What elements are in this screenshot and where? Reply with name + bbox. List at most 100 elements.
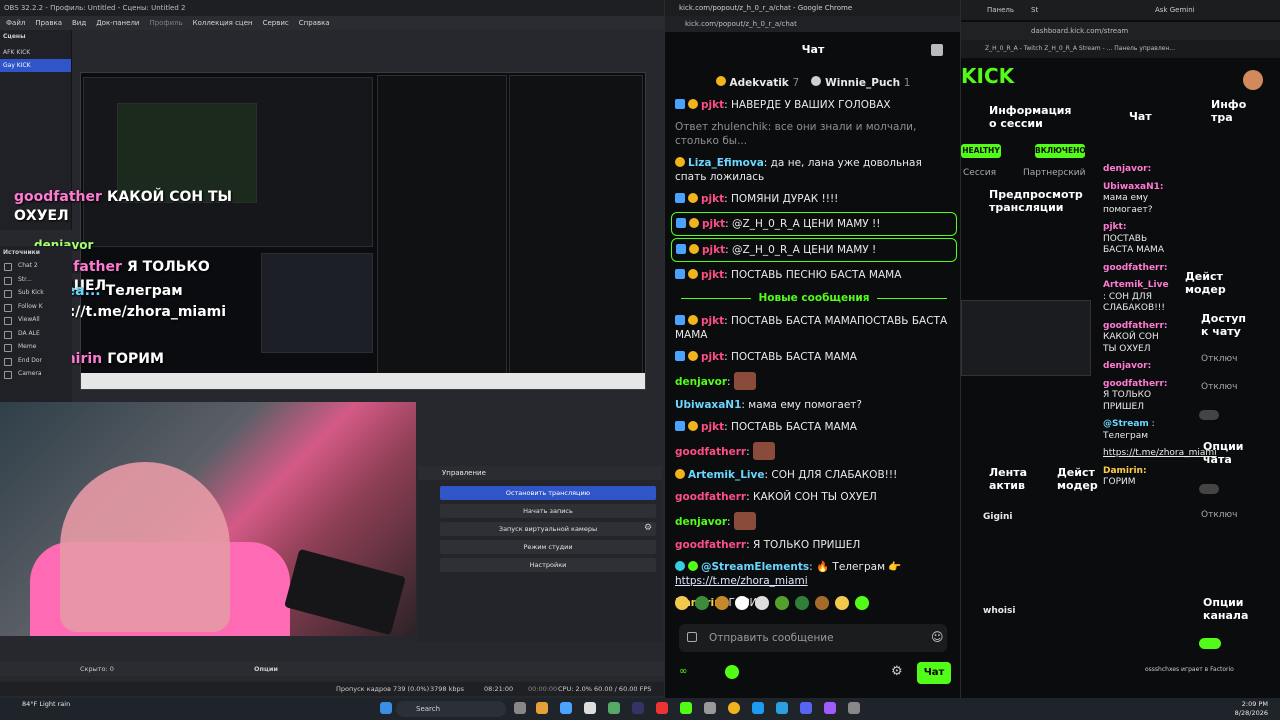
gear-icon[interactable]: ⚙ <box>644 523 654 533</box>
menu-edit[interactable]: Правка <box>35 16 62 30</box>
dashboard-chat-item[interactable]: denjavor: <box>1103 164 1173 176</box>
emote-icon[interactable] <box>735 596 749 610</box>
toggle-switch[interactable] <box>1199 484 1219 494</box>
chat-username[interactable]: pjkt <box>702 218 725 230</box>
dashboard-chat-item[interactable]: goodfatherr: <box>1103 263 1173 275</box>
chat-message[interactable]: pjkt: @Z_H_0_R_A ЦЕНИ МАМУ !! <box>671 212 957 236</box>
app-icon[interactable] <box>776 702 788 714</box>
emote-icon[interactable] <box>715 596 729 610</box>
dashboard-chat-user[interactable]: denjavor: <box>1103 164 1151 174</box>
taskbar-search[interactable]: Search <box>396 701 506 717</box>
dashboard-chat-item[interactable]: goodfatherr: КАКОЙ СОН ТЫ ОХУЕЛ <box>1103 321 1173 356</box>
chat-input[interactable]: Отправить сообщение <box>679 624 947 652</box>
chat-username[interactable]: pjkt <box>701 351 724 363</box>
dashboard-preview[interactable] <box>961 300 1091 376</box>
taskbar-clock[interactable]: 2:09 PM 8/28/2026 <box>1218 700 1268 718</box>
emoji-icon[interactable]: ☺ <box>931 630 944 644</box>
chat-username[interactable]: pjkt <box>701 315 724 327</box>
feed-item-user[interactable]: Gigini <box>983 512 1013 522</box>
chat-message[interactable]: goodfatherr: Я ТОЛЬКО ПРИШЕЛ <box>671 534 957 556</box>
scene-item-afk[interactable]: AFK KICK <box>0 46 71 59</box>
emote-icon[interactable] <box>755 596 769 610</box>
chat-username[interactable]: pjkt <box>701 421 724 433</box>
app-icon[interactable] <box>536 702 548 714</box>
menu-view[interactable]: Вид <box>72 16 86 30</box>
dashboard-chat-item[interactable]: @Stream : Телеграм <box>1103 419 1173 442</box>
chat-message[interactable]: UbiwaxaN1: мама ему помогает? <box>671 394 957 416</box>
app-icon[interactable] <box>848 702 860 714</box>
dashboard-chat-item[interactable]: Artemik_Live : СОН ДЛЯ СЛАБАКОВ!!! <box>1103 280 1173 315</box>
dashboard-chat-item[interactable]: Damirin: ГОРИМ <box>1103 466 1173 489</box>
leader-2[interactable]: Winnie_Puch 1 <box>811 75 910 89</box>
start-icon[interactable] <box>380 702 392 714</box>
start-record-button[interactable]: Начать запись <box>440 504 656 518</box>
menu-scene-collection[interactable]: Коллекция сцен <box>193 16 253 30</box>
chat-url-bar[interactable]: kick.com/popout/z_h_0_r_a/chat <box>665 16 961 32</box>
app-icon[interactable] <box>656 702 668 714</box>
emote-icon[interactable] <box>695 596 709 610</box>
chat-message[interactable]: pjkt: ПОСТАВЬ БАСТА МАМА <box>671 346 957 368</box>
tab-panel[interactable]: Панель <box>987 6 1014 14</box>
chat-message[interactable]: goodfatherr: <box>671 438 957 464</box>
chat-username[interactable]: Artemik_Live <box>688 469 764 481</box>
chat-username[interactable]: UbiwaxaN1 <box>675 399 741 411</box>
chat-message[interactable]: pjkt: НАВЕРДЕ У ВАШИХ ГОЛОВАХ <box>671 94 957 116</box>
dashboard-chat-item[interactable]: pjkt: ПОСТАВЬ БАСТА МАМА <box>1103 222 1173 257</box>
scene-item-gay[interactable]: Gay KICK <box>0 59 71 72</box>
kick-logo[interactable]: KICK <box>961 64 1021 90</box>
app-icon[interactable] <box>584 702 596 714</box>
dashboard-url-bar[interactable]: dashboard.kick.com/stream <box>961 22 1280 40</box>
chat-username[interactable]: @StreamElements <box>701 561 809 573</box>
dashboard-chat-item[interactable]: goodfatherr: Я ТОЛЬКО ПРИШЕЛ <box>1103 379 1173 414</box>
dashboard-chat-user[interactable]: Damirin: <box>1103 466 1147 476</box>
chat-message[interactable]: pjkt: ПОСТАВЬ ПЕСНЮ БАСТА МАМА <box>671 264 957 286</box>
chat-message[interactable]: Artemik_Live: СОН ДЛЯ СЛАБАКОВ!!! <box>671 464 957 486</box>
source-item[interactable]: End Dor <box>0 354 72 368</box>
tab-stream[interactable]: St <box>1031 6 1038 14</box>
emote-icon[interactable] <box>775 596 789 610</box>
app-icon[interactable] <box>704 702 716 714</box>
emote-icon[interactable] <box>675 596 689 610</box>
source-item[interactable]: Str... <box>0 273 72 287</box>
dashboard-chat-user[interactable]: UbiwaxaN1: <box>1103 182 1164 192</box>
toggle-switch-on[interactable] <box>1199 638 1221 649</box>
infinity-icon[interactable]: ∞ <box>679 666 687 677</box>
emote-icon[interactable] <box>795 596 809 610</box>
chat-username[interactable]: pjkt <box>701 269 724 281</box>
source-item[interactable]: Camera <box>0 367 72 381</box>
chat-username[interactable]: goodfatherr <box>675 446 746 458</box>
chat-username[interactable]: pjkt <box>701 99 724 111</box>
source-item[interactable]: Chat 2 <box>0 259 72 273</box>
chat-message[interactable]: pjkt: ПОМЯНИ ДУРАК !!!! <box>671 188 957 210</box>
weather-widget[interactable]: 84°F Light rain <box>22 700 70 709</box>
chat-message[interactable]: pjkt: @Z_H_0_R_A ЦЕНИ МАМУ ! <box>671 238 957 262</box>
chat-username[interactable]: denjavor <box>675 516 727 528</box>
chat-message[interactable]: Liza_Efimova: да не, лана уже довольная … <box>671 152 957 188</box>
emote-icon[interactable] <box>835 596 849 610</box>
chat-username[interactable]: denjavor <box>675 376 727 388</box>
shield-icon[interactable] <box>687 632 697 642</box>
kick-icon[interactable] <box>725 665 739 679</box>
chat-message[interactable]: Ответ zhulenchik: все они знали и молчал… <box>671 116 957 152</box>
dashboard-chat-user[interactable]: pjkt: <box>1103 222 1126 232</box>
chat-message[interactable]: denjavor: <box>671 368 957 394</box>
dashboard-chat-item[interactable]: denjavor: <box>1103 361 1173 373</box>
emote-icon[interactable] <box>855 596 869 610</box>
app-icon[interactable] <box>560 702 572 714</box>
app-icon[interactable] <box>514 702 526 714</box>
chat-message[interactable]: denjavor: <box>671 508 957 534</box>
dashboard-chat-user[interactable]: goodfatherr: <box>1103 379 1168 389</box>
avatar[interactable] <box>1243 70 1263 90</box>
chat-username[interactable]: Liza_Efimova <box>688 157 764 169</box>
app-icon[interactable] <box>608 702 620 714</box>
source-item[interactable]: Follow K <box>0 300 72 314</box>
dashboard-chat-item[interactable]: https://t.me/zhora_miami <box>1103 448 1217 460</box>
menu-help[interactable]: Справка <box>299 16 330 30</box>
tab-gemini[interactable]: Ask Gemini <box>1155 6 1195 14</box>
virtual-camera-button[interactable]: Запуск виртуальной камеры <box>440 522 656 536</box>
toggle-switch[interactable] <box>1199 410 1219 420</box>
dashboard-chat-user[interactable]: @Stream <box>1103 419 1149 429</box>
chat-message[interactable]: pjkt: ПОСТАВЬ БАСТА МАМАПОСТАВЬ БАСТА МА… <box>671 310 957 346</box>
menu-profile[interactable]: Профиль <box>149 16 182 30</box>
chat-username[interactable]: goodfatherr <box>675 491 746 503</box>
